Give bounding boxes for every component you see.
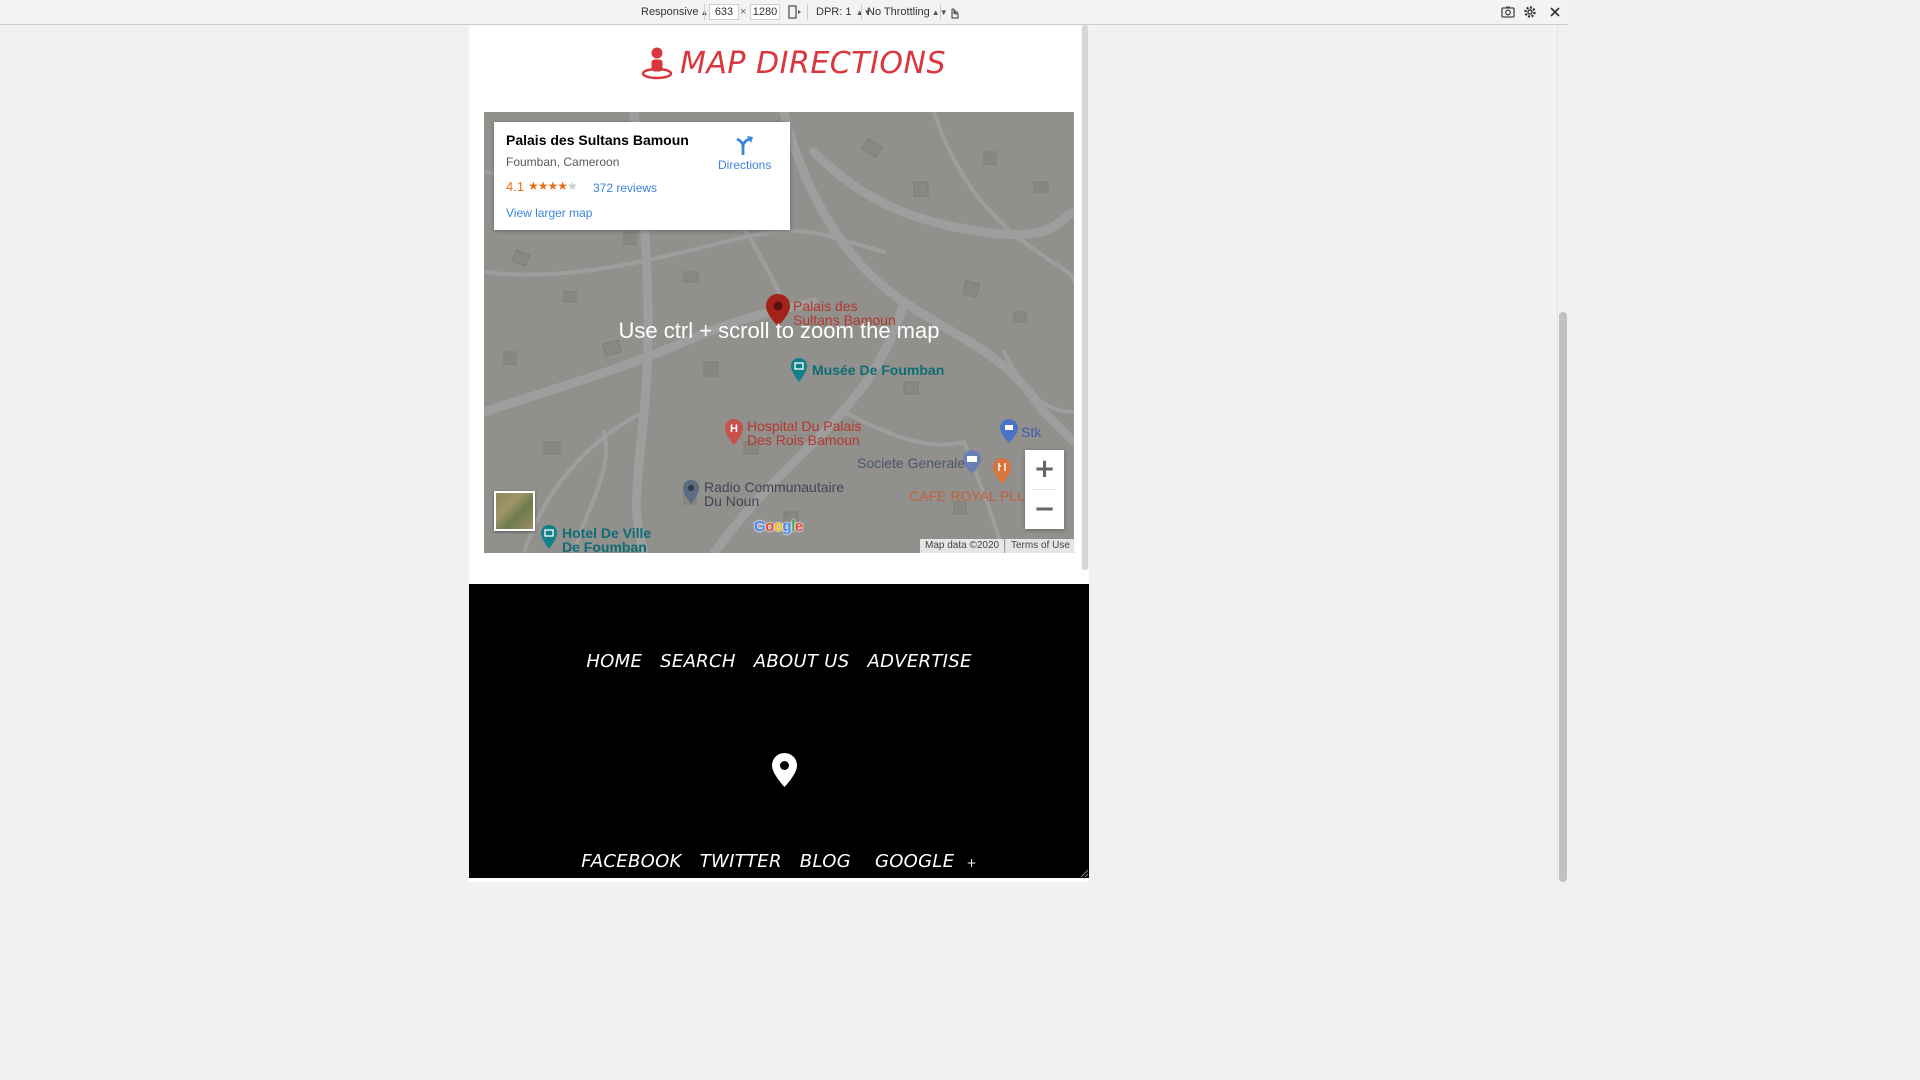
satellite-toggle[interactable] — [494, 491, 535, 531]
logo-letter: g — [782, 518, 792, 535]
nav-about-link[interactable]: ABOUT US — [754, 651, 850, 672]
place-address: Foumban, Cameroon — [506, 155, 620, 169]
section-heading: MAP DIRECTIONS — [640, 40, 946, 86]
twitter-link[interactable]: TWITTER — [700, 851, 782, 872]
blog-link[interactable]: BLOG — [800, 851, 851, 872]
generic-pin-icon[interactable] — [682, 479, 700, 505]
poi-radio-line1: Radio Communautaire — [704, 479, 845, 495]
poi-societe-label[interactable]: Societe Generale — [857, 456, 965, 470]
logo-letter: G — [754, 518, 766, 535]
poi-hospital-line2: Des Rois Bamoun — [747, 432, 860, 448]
google-plus-label: GOOGLE — [874, 851, 955, 872]
zoom-in-button[interactable]: + — [1025, 450, 1064, 489]
directions-link[interactable]: Directions — [718, 158, 771, 172]
location-pin-icon — [772, 753, 797, 787]
rotate-icon[interactable] — [786, 4, 802, 20]
townhall-pin-icon[interactable] — [540, 524, 558, 550]
poi-radio-label[interactable]: Radio Communautaire Du Noun — [704, 480, 844, 508]
zoom-hint: Use ctrl + scroll to zoom the map — [618, 318, 940, 343]
poi-hotel-label[interactable]: Hotel De Ville De Foumban — [562, 526, 651, 554]
stars-empty: ★ — [567, 179, 578, 193]
map-data-attribution: Map data ©2020 — [920, 539, 1005, 553]
device-select[interactable]: Responsive▲▼ — [641, 0, 716, 24]
view-larger-map-link[interactable]: View larger map — [506, 206, 592, 220]
poi-radio-line2: Du Noun — [704, 493, 760, 509]
page-scrollbar-thumb[interactable] — [1559, 312, 1567, 882]
poi-hotel-line1: Hotel De Ville — [562, 525, 652, 541]
footer-social: FACEBOOK TWITTER BLOG GOOGLE + — [469, 851, 1089, 872]
star-rating-icon: ★★★★★ — [528, 179, 578, 193]
hospital-pin-icon[interactable]: H — [724, 418, 744, 446]
stars-filled: ★★★★ — [528, 179, 568, 193]
google-plus-link[interactable]: GOOGLE + — [869, 851, 977, 872]
nav-advertise-link[interactable]: ADVERTISE — [868, 651, 972, 672]
poi-cafe-label[interactable]: CAFE ROYAL PLUS — [909, 489, 1037, 503]
place-name: Palais des Sultans Bamoun — [506, 132, 689, 148]
toolbar-divider — [861, 4, 862, 20]
logo-letter: e — [794, 518, 803, 535]
google-plus-symbol: + — [966, 856, 977, 870]
poi-hotel-line2: De Foumban — [562, 539, 647, 555]
svg-text:H: H — [730, 423, 738, 435]
frame-scrollbar-thumb[interactable] — [1082, 25, 1088, 570]
poi-palais-line1: Palais des — [793, 298, 858, 314]
toolbar-divider — [704, 4, 705, 20]
throttle-label: No Throttling — [867, 6, 930, 18]
toolbar-divider — [940, 4, 941, 20]
bank-pin-icon[interactable] — [962, 449, 982, 475]
directions-icon[interactable] — [734, 134, 756, 156]
footer-nav: HOME SEARCH ABOUT US ADVERTISE — [469, 651, 1089, 672]
terms-of-use-link[interactable]: Terms of Use — [1005, 539, 1075, 553]
touch-icon[interactable] — [946, 4, 962, 20]
zoom-control: + − — [1025, 450, 1064, 529]
facebook-link[interactable]: FACEBOOK — [581, 851, 681, 872]
width-input[interactable]: 633 — [709, 4, 739, 20]
museum-pin-icon[interactable] — [790, 357, 808, 383]
zoom-out-button[interactable]: − — [1025, 490, 1064, 529]
reviews-link[interactable]: 372 reviews — [593, 181, 657, 195]
resize-handle-icon[interactable] — [1079, 868, 1089, 878]
device-label: Responsive — [641, 6, 699, 18]
poi-hospital-line1: Hospital Du Palais — [747, 418, 862, 434]
devtools-toolbar: Responsive▲▼ 633 × 1280 DPR: 1 ▲▼ No Thr… — [0, 0, 1568, 25]
throttle-select[interactable]: No Throttling▲▼ — [867, 0, 948, 24]
shop-pin-icon[interactable] — [999, 418, 1019, 444]
screenshot-icon[interactable] — [1500, 4, 1516, 20]
toolbar-divider — [807, 4, 808, 20]
google-logo[interactable]: Google — [754, 518, 803, 535]
poi-hospital-label[interactable]: Hospital Du Palais Des Rois Bamoun — [747, 419, 861, 447]
dpr-select[interactable]: DPR: 1 ▲▼ — [816, 0, 872, 24]
poi-musee-label[interactable]: Musée De Foumban — [812, 363, 944, 377]
nav-home-link[interactable]: HOME — [586, 651, 642, 672]
settings-gear-icon[interactable] — [1522, 4, 1538, 20]
nav-search-link[interactable]: SEARCH — [660, 651, 736, 672]
dpr-label: DPR: 1 — [816, 6, 852, 18]
poi-stk-label[interactable]: Stk — [1021, 425, 1041, 439]
height-input[interactable]: 1280 — [750, 4, 780, 20]
logo-letter: o — [765, 518, 774, 535]
dimension-separator: × — [740, 6, 747, 18]
close-icon[interactable] — [1547, 4, 1563, 20]
page-title: MAP DIRECTIONS — [680, 45, 946, 81]
site-footer: HOME SEARCH ABOUT US ADVERTISE FACEBOOK … — [469, 584, 1089, 878]
place-info-card: Palais des Sultans Bamoun Foumban, Camer… — [494, 122, 790, 230]
person-location-icon — [641, 47, 673, 80]
place-rating: 4.1 — [506, 179, 525, 194]
restaurant-pin-icon[interactable] — [992, 457, 1012, 485]
logo-letter: o — [773, 518, 783, 535]
